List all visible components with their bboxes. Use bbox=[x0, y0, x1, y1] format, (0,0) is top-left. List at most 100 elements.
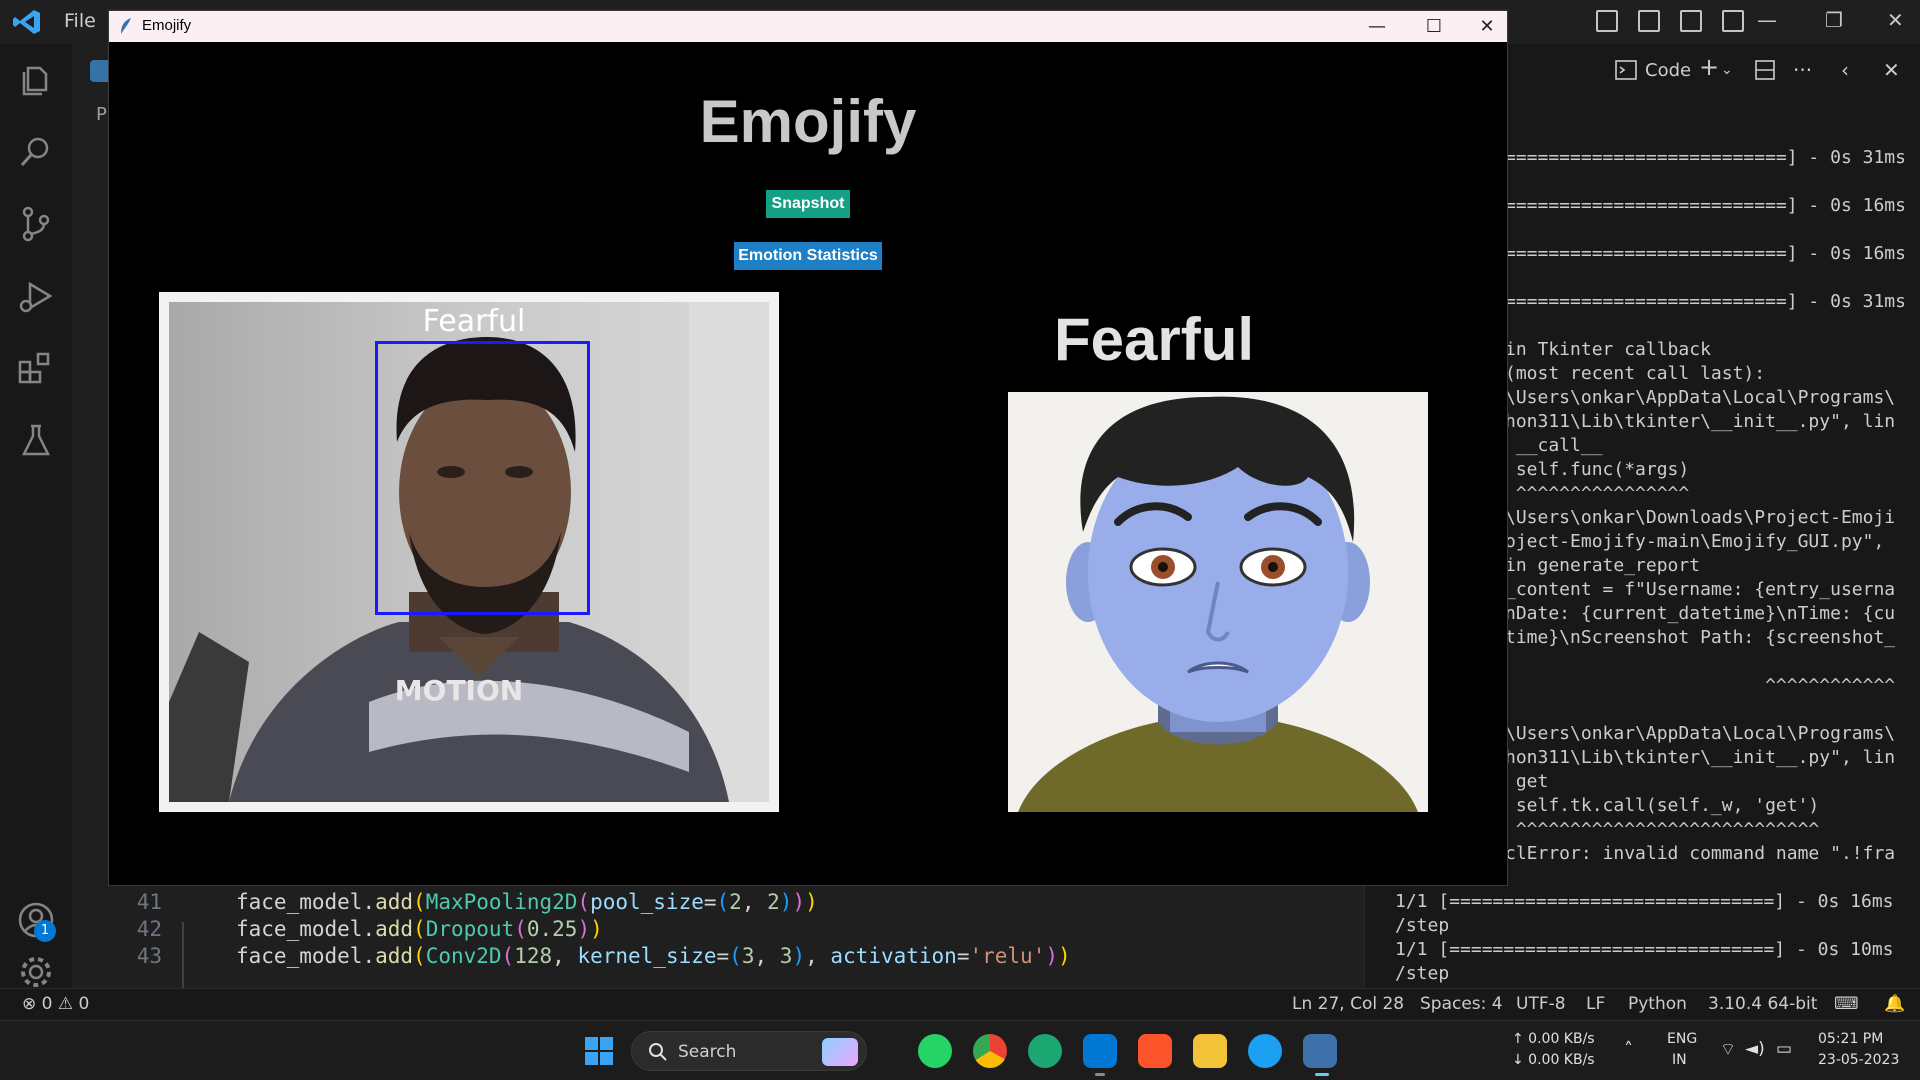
emoji-avatar bbox=[1008, 392, 1428, 812]
terminal-line: /step bbox=[1395, 963, 1450, 984]
tk-feather-icon bbox=[121, 18, 131, 34]
line-number: 43 bbox=[136, 944, 162, 968]
windows-start-icon[interactable] bbox=[585, 1037, 613, 1065]
input-language[interactable]: ENG bbox=[1667, 1031, 1697, 1047]
source-control-icon[interactable] bbox=[16, 204, 56, 244]
volume-icon[interactable]: ◄) bbox=[1745, 1039, 1765, 1059]
terminal-line: clError: invalid command name ".!fra bbox=[1505, 843, 1896, 864]
chatgpt-icon[interactable] bbox=[1028, 1034, 1062, 1068]
toggle-secondary-sidebar-icon[interactable] bbox=[1680, 10, 1702, 32]
warning-count: 0 bbox=[78, 994, 90, 1014]
terminal-line: \Users\onkar\Downloads\Project-Emoji bbox=[1505, 507, 1896, 528]
search-icon bbox=[649, 1043, 667, 1061]
error-icon: ⊗ bbox=[22, 994, 37, 1014]
vscode-taskbar-icon[interactable] bbox=[1083, 1034, 1117, 1068]
notifications-bell-icon[interactable]: 🔔 bbox=[1884, 994, 1905, 1014]
emotion-statistics-button[interactable]: Emotion Statistics bbox=[734, 242, 882, 270]
taskbar-search[interactable]: Search bbox=[631, 1031, 867, 1071]
brave-icon[interactable] bbox=[1138, 1034, 1172, 1068]
chevron-down-icon[interactable]: ⌄ bbox=[1721, 62, 1733, 78]
webcam-feed: MOTION bbox=[169, 302, 769, 802]
clock-date[interactable]: 23-05-2023 bbox=[1818, 1052, 1899, 1068]
python-taskbar-icon[interactable] bbox=[1303, 1034, 1337, 1068]
problems-indicator[interactable]: ⊗ 0 ⚠ 0 bbox=[22, 994, 89, 1014]
more-actions-icon[interactable]: ··· bbox=[1793, 58, 1812, 82]
account-badge: 1 bbox=[34, 920, 56, 942]
terminal-name[interactable]: Code bbox=[1645, 60, 1691, 81]
terminal-line: \Users\onkar\AppData\Local\Programs\ bbox=[1505, 723, 1896, 744]
close-panel-icon[interactable]: ✕ bbox=[1883, 58, 1900, 82]
python-interpreter[interactable]: 3.10.4 64-bit bbox=[1708, 994, 1817, 1014]
windows-taskbar: Search ↑ 0.00 KB/s ↓ 0.00 KB/s ˄ ENG IN … bbox=[0, 1020, 1920, 1080]
chrome-icon[interactable] bbox=[973, 1034, 1007, 1068]
menu-file[interactable]: File bbox=[64, 10, 96, 32]
whatsapp-icon[interactable] bbox=[918, 1034, 952, 1068]
terminal-line: time}\nScreenshot Path: {screenshot_ bbox=[1505, 627, 1896, 648]
terminal-line: ^^^^^^^^^^^^^^^^ bbox=[1505, 483, 1690, 504]
terminal-line: oject-Emojify-main\Emojify_GUI.py", bbox=[1505, 531, 1885, 552]
tray-chevron-up-icon[interactable]: ˄ bbox=[1624, 1039, 1633, 1060]
terminal-line: ==========================] - 0s 16ms bbox=[1505, 195, 1906, 216]
feedback-icon[interactable]: ⌨ bbox=[1834, 994, 1859, 1014]
window-maximize-icon[interactable]: ☐ bbox=[1412, 13, 1456, 40]
terminal-line: ^^^^^^^^^^^^^^^^^^^^^^^^^^^^ bbox=[1505, 819, 1820, 840]
terminal-line: hon311\Lib\tkinter\__init__.py", lin bbox=[1505, 747, 1896, 768]
line-number: 41 bbox=[136, 890, 162, 914]
customize-layout-icon[interactable] bbox=[1722, 10, 1744, 32]
toggle-sidebar-icon[interactable] bbox=[1596, 10, 1618, 32]
testing-flask-icon[interactable] bbox=[16, 420, 56, 460]
shirt-text: MOTION bbox=[395, 674, 523, 707]
vscode-logo-icon bbox=[13, 10, 40, 34]
explorer-icon[interactable] bbox=[16, 60, 56, 100]
extensions-icon[interactable] bbox=[16, 348, 56, 388]
split-terminal-icon[interactable] bbox=[1755, 60, 1775, 80]
code-text: face_model.add(Dropout(0.25)) bbox=[236, 917, 603, 941]
emotion-label: Fearful bbox=[1053, 306, 1255, 373]
terminal-line: self.func(*args) bbox=[1505, 459, 1690, 480]
error-count: 0 bbox=[41, 994, 53, 1014]
status-bar: ⊗ 0 ⚠ 0 Ln 27, Col 28 Spaces: 4 UTF-8 LF… bbox=[0, 988, 1920, 1020]
close-icon[interactable]: ✕ bbox=[1887, 8, 1904, 32]
encoding[interactable]: UTF-8 bbox=[1516, 994, 1566, 1014]
window-minimize-icon[interactable]: — bbox=[1355, 13, 1399, 40]
terminal-line: \Users\onkar\AppData\Local\Programs\ bbox=[1505, 387, 1896, 408]
window-title: Emojify bbox=[142, 17, 192, 34]
terminal-line: get bbox=[1505, 771, 1549, 792]
fearful-avatar-image bbox=[1018, 396, 1418, 812]
terminal-line: hon311\Lib\tkinter\__init__.py", lin bbox=[1505, 411, 1896, 432]
activity-bar: 1 bbox=[0, 44, 72, 988]
search-icon[interactable] bbox=[16, 132, 56, 172]
breadcrumb-partial: P bbox=[96, 104, 107, 125]
snapshot-button[interactable]: Snapshot bbox=[766, 190, 850, 218]
run-debug-icon[interactable] bbox=[16, 276, 56, 316]
terminal-line: 1/1 [==============================] - 0… bbox=[1395, 891, 1894, 912]
python-running-indicator bbox=[1315, 1073, 1329, 1076]
window-close-icon[interactable]: ✕ bbox=[1465, 13, 1509, 40]
new-terminal-plus-icon[interactable]: + bbox=[1699, 53, 1719, 81]
emojify-window: Emojify — ☐ ✕ Emojify Snapshot Emotion S… bbox=[108, 10, 1508, 886]
battery-icon[interactable]: ▭ bbox=[1776, 1039, 1792, 1059]
search-label: Search bbox=[678, 1042, 737, 1062]
indentation[interactable]: Spaces: 4 bbox=[1420, 994, 1503, 1014]
line-ending[interactable]: LF bbox=[1586, 994, 1605, 1014]
settings-gear-icon[interactable] bbox=[16, 952, 56, 992]
cursor-position[interactable]: Ln 27, Col 28 bbox=[1292, 994, 1404, 1014]
terminal-line: 1/1 [==============================] - 0… bbox=[1395, 939, 1894, 960]
emojify-titlebar[interactable]: Emojify — ☐ ✕ bbox=[109, 11, 1507, 42]
language-mode[interactable]: Python bbox=[1628, 994, 1687, 1014]
clock-time[interactable]: 05:21 PM bbox=[1818, 1031, 1883, 1047]
terminal-line: in generate_report bbox=[1505, 555, 1701, 576]
detected-emotion-overlay: Fearful bbox=[422, 304, 526, 339]
headphones-app-icon[interactable] bbox=[1248, 1034, 1282, 1068]
chevron-left-icon[interactable]: ‹ bbox=[1841, 58, 1849, 82]
toggle-panel-icon[interactable] bbox=[1638, 10, 1660, 32]
terminal-line: ==========================] - 0s 31ms bbox=[1505, 147, 1906, 168]
file-explorer-icon[interactable] bbox=[1193, 1034, 1227, 1068]
restore-icon[interactable]: ❐ bbox=[1825, 8, 1843, 32]
terminal-line: in Tkinter callback bbox=[1505, 339, 1711, 360]
terminal-line: (most recent call last): bbox=[1505, 363, 1766, 384]
minimize-icon[interactable]: — bbox=[1757, 8, 1777, 32]
input-region: IN bbox=[1672, 1052, 1687, 1068]
wifi-icon[interactable]: ⌔ bbox=[1720, 1039, 1736, 1060]
terminal-line: ==========================] - 0s 16ms bbox=[1505, 243, 1906, 264]
